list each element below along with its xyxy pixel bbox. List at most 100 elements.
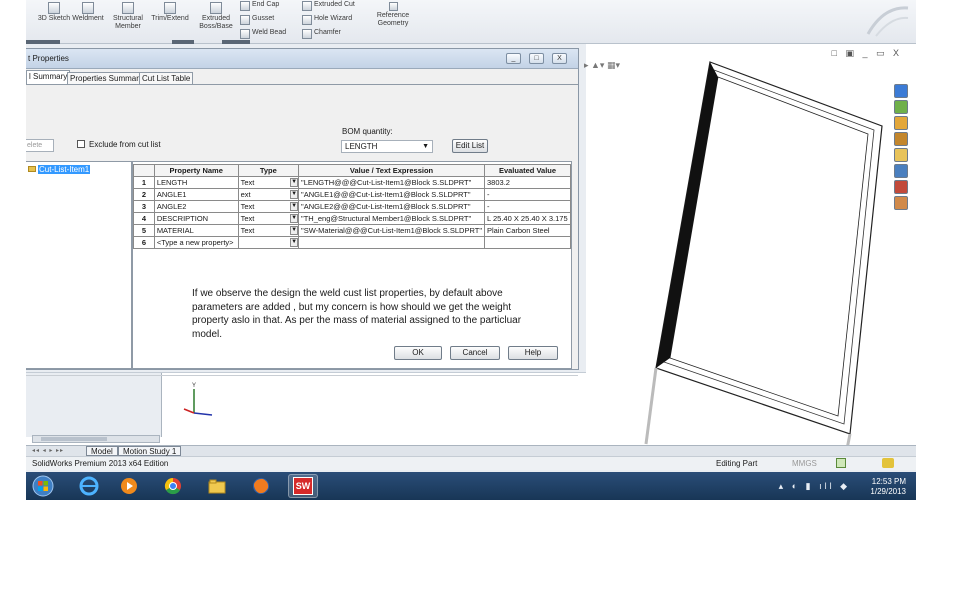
evaluated-cell (484, 236, 571, 249)
graphics-area[interactable] (586, 44, 916, 456)
value-cell[interactable]: "SW-Material@@@Cut-List-Item1@Block S.SL… (298, 224, 486, 237)
trim-extend-button[interactable]: Trim/Extend (150, 2, 190, 34)
view-orientation-icon[interactable]: ▸ ▲▾ ▦▾ (584, 60, 620, 70)
status-units[interactable]: MMGS (792, 457, 817, 470)
hole-wizard-button[interactable]: Hole Wizard (302, 14, 352, 25)
help-icon[interactable] (836, 458, 846, 468)
tray-icons[interactable]: ▴ ◐ ▮ ıll ◆ (779, 481, 850, 492)
ok-button[interactable]: OK (394, 346, 442, 360)
tab-motion-study[interactable]: Motion Study 1 (118, 446, 182, 456)
table-row[interactable]: 3 ANGLE2 Text ▼ "ANGLE2@@@Cut-List-Item1@… (133, 200, 571, 213)
appearances-icon[interactable] (894, 180, 908, 194)
weldment-button[interactable]: Weldment (68, 2, 108, 34)
chevron-down-icon[interactable]: ▼ (290, 214, 298, 223)
tray-clock[interactable]: 12:53 PM 1/29/2013 (870, 477, 906, 497)
svg-text:Y: Y (192, 383, 196, 389)
weld-bead-button[interactable]: Weld Bead (240, 28, 286, 39)
property-table: Property Name Type Value / Text Expressi… (133, 164, 571, 249)
feature-tree-panel[interactable] (26, 373, 162, 437)
end-cap-button[interactable]: End Cap (240, 0, 279, 11)
taskbar-explorer[interactable] (202, 474, 232, 498)
design-library-icon[interactable] (894, 100, 908, 114)
horizontal-scrollbar[interactable] (32, 435, 160, 443)
taskbar-firefox[interactable] (246, 474, 276, 498)
type-cell[interactable]: Text ▼ (237, 212, 300, 225)
edit-list-button[interactable]: Edit List (452, 139, 488, 153)
checkbox-box[interactable] (77, 140, 85, 148)
value-cell[interactable]: "ANGLE2@@@Cut-List-Item1@Block S.SLDPRT" (298, 200, 486, 213)
help-button[interactable]: Help (508, 346, 558, 360)
evaluated-cell: L 25.40 X 25.40 X 3.175 (484, 212, 571, 225)
extruded-boss-icon (210, 2, 222, 14)
chevron-down-icon[interactable]: ▼ (290, 226, 298, 235)
column-header: Evaluated Value (484, 164, 571, 177)
exclude-from-cut-list-checkbox[interactable]: Exclude from cut list (77, 140, 161, 150)
table-row[interactable]: 1 LENGTH Text ▼ "LENGTH@@@Cut-List-Item1@… (133, 176, 571, 189)
cut-list-tree[interactable]: Cut-List-Item1 (26, 161, 132, 369)
close-button[interactable]: X (552, 53, 567, 64)
chevron-down-icon[interactable]: ▼ (290, 190, 298, 199)
status-bar: SolidWorks Premium 2013 x64 Edition Edit… (26, 456, 916, 470)
folder-icon[interactable] (894, 148, 908, 162)
taskbar-media-player[interactable] (114, 474, 144, 498)
type-cell[interactable]: ext ▼ (237, 188, 300, 201)
scrollbar-thumb[interactable] (41, 437, 107, 441)
tab-cut-list-table[interactable]: Cut List Table (139, 72, 194, 84)
viewport-controls[interactable]: □ ▣ _ ▭ X (832, 48, 902, 59)
taskbar-chrome[interactable] (158, 474, 188, 498)
chevron-down-icon[interactable]: ▼ (290, 178, 298, 187)
gusset-button[interactable]: Gusset (240, 14, 274, 25)
table-row[interactable]: 4 DESCRIPTION Text ▼ "TH_eng@Structural M… (133, 212, 571, 225)
tab-properties-summary[interactable]: Properties Summary (67, 72, 146, 84)
type-cell[interactable]: ▼ (237, 236, 300, 249)
resources-icon[interactable] (894, 84, 908, 98)
properties-dialog: t Properties _ □ X l Summary Properties … (26, 48, 579, 376)
view-toolbar[interactable]: ▸ ▲▾ ▦▾ (584, 60, 620, 71)
tag-icon[interactable] (882, 458, 894, 468)
tab-summary[interactable]: l Summary (26, 70, 71, 85)
list-item[interactable]: Cut-List-Item1 (28, 165, 91, 174)
type-cell[interactable]: Text ▼ (237, 200, 300, 213)
structural-member-button[interactable]: Structural Member (108, 2, 148, 34)
chevron-down-icon[interactable]: ▼ (290, 238, 298, 247)
value-cell[interactable]: "ANGLE1@@@Cut-List-Item1@Block S.SLDPRT" (298, 188, 486, 201)
reference-geometry-button[interactable]: Reference Geometry (370, 2, 416, 34)
tab-nav-arrows[interactable]: ◂◂ ◂ ▸ ▸▸ (32, 447, 64, 454)
chevron-down-icon[interactable]: ▼ (290, 202, 298, 211)
table-row-new[interactable]: 6 <Type a new property> ▼ (133, 236, 571, 249)
tab-model[interactable]: Model (86, 446, 118, 456)
table-row[interactable]: 5 MATERIAL Text ▼ "SW-Material@@@Cut-List… (133, 224, 571, 237)
extruded-cut-button[interactable]: Extruded Cut (302, 0, 355, 11)
type-cell[interactable]: Text ▼ (237, 224, 300, 237)
table-row[interactable]: 2 ANGLE1 ext ▼ "ANGLE1@@@Cut-List-Item1@B… (133, 188, 571, 201)
delete-button[interactable]: elete (26, 139, 54, 152)
custom-properties-icon[interactable] (894, 196, 908, 210)
property-name-cell[interactable]: DESCRIPTION (153, 212, 239, 225)
file-explorer-icon[interactable] (894, 116, 908, 130)
bom-quantity-select[interactable]: LENGTH ▼ (341, 140, 433, 153)
evaluated-cell: 3803.2 (484, 176, 571, 189)
value-cell[interactable] (298, 236, 486, 249)
ribbon-tab-indicator (172, 40, 194, 44)
view-palette-icon[interactable] (894, 164, 908, 178)
maximize-button[interactable]: □ (529, 53, 544, 64)
value-cell[interactable]: "LENGTH@@@Cut-List-Item1@Block S.SLDPRT" (298, 176, 486, 189)
new-property-cell[interactable]: <Type a new property> (153, 236, 239, 249)
type-cell[interactable]: Text ▼ (237, 176, 300, 189)
search-icon[interactable] (894, 132, 908, 146)
ds-logo-icon (866, 6, 909, 37)
property-name-cell[interactable]: MATERIAL (153, 224, 239, 237)
taskbar-ie[interactable] (74, 474, 104, 498)
dialog-titlebar[interactable]: t Properties _ □ X (26, 49, 578, 69)
taskbar-solidworks[interactable]: SW (288, 474, 318, 498)
extruded-boss-button[interactable]: Extruded Boss/Base (196, 2, 236, 34)
property-name-cell[interactable]: ANGLE1 (153, 188, 239, 201)
start-button[interactable] (28, 474, 58, 498)
property-name-cell[interactable]: ANGLE2 (153, 200, 239, 213)
minimize-button[interactable]: _ (506, 53, 521, 64)
property-name-cell[interactable]: LENGTH (153, 176, 239, 189)
value-cell[interactable]: "TH_eng@Structural Member1@Block S.SLDPR… (298, 212, 486, 225)
chamfer-button[interactable]: Chamfer (302, 28, 341, 39)
cancel-button[interactable]: Cancel (450, 346, 500, 360)
bom-quantity-label: BOM quantity: (342, 127, 393, 136)
